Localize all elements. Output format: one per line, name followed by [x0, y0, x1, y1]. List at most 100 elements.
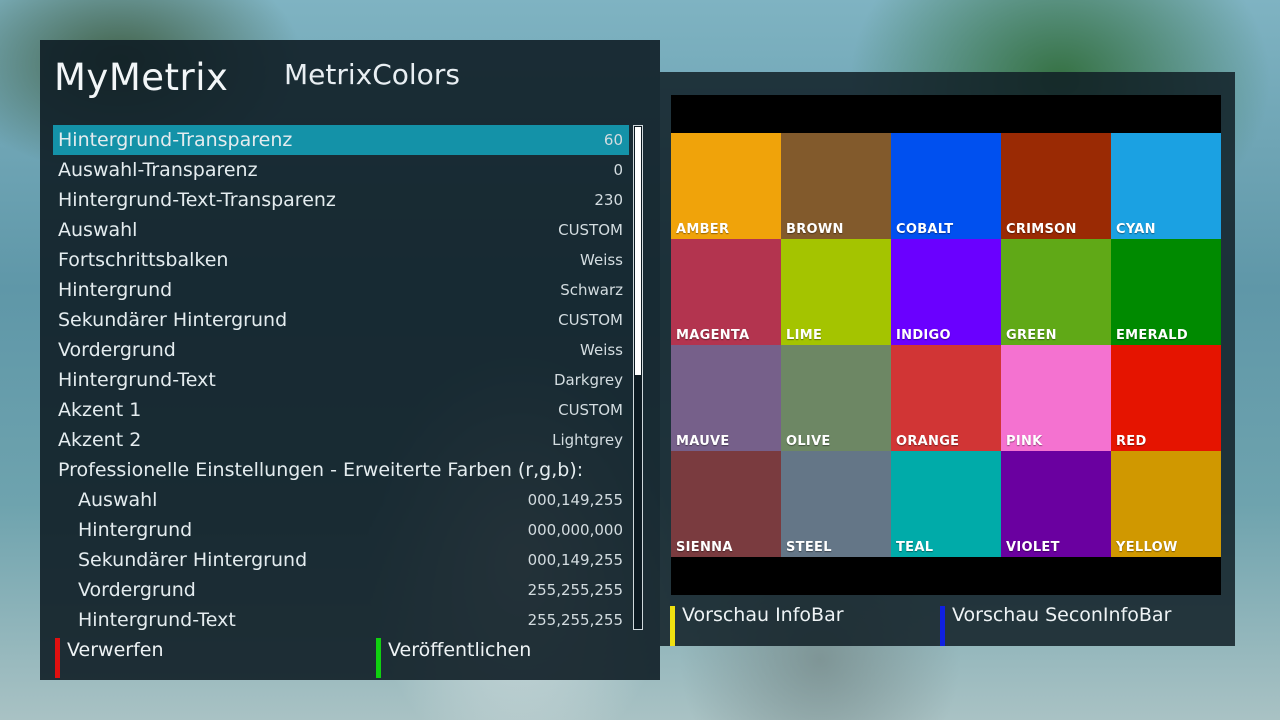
settings-row[interactable]: Hintergrund 000,000,000 — [53, 515, 629, 545]
color-swatch-label: STEEL — [786, 540, 832, 555]
color-swatch-label: TEAL — [896, 540, 934, 555]
settings-row-label: Professionelle Einstellungen - Erweitert… — [58, 459, 584, 481]
settings-row[interactable]: Hintergrund-Transparenz 60 — [53, 125, 629, 155]
settings-row-label: Hintergrund-Text — [78, 609, 236, 631]
settings-panel: MyMetrix MetrixColors Hintergrund-Transp… — [40, 40, 660, 680]
color-preview: AMBER BROWN COBALT CRIMSON CYAN MAGENTA LIME IN… — [671, 95, 1221, 595]
scrollbar[interactable] — [633, 125, 643, 630]
settings-row-label: Auswahl-Transparenz — [58, 159, 258, 181]
settings-row-value: 000,149,255 — [527, 491, 623, 509]
settings-row[interactable]: Sekundärer Hintergrund 000,149,255 — [53, 545, 629, 575]
color-swatch-label: AMBER — [676, 222, 730, 237]
color-swatch-sienna: SIENNA — [671, 451, 781, 557]
scrollbar-thumb[interactable] — [635, 127, 641, 375]
color-swatch-label: PINK — [1006, 434, 1043, 449]
color-swatch-label: BROWN — [786, 222, 844, 237]
page-title: MetrixColors — [284, 58, 460, 91]
color-swatch-label: LIME — [786, 328, 823, 343]
settings-row-label: Auswahl — [78, 489, 158, 511]
color-swatch-magenta: MAGENTA — [671, 239, 781, 345]
settings-row-label: Sekundärer Hintergrund — [78, 549, 308, 571]
settings-row-value: 255,255,255 — [527, 611, 623, 629]
color-swatch-label: MAGENTA — [676, 328, 750, 343]
settings-row-value: CUSTOM — [558, 401, 623, 419]
settings-row-label: Fortschrittsbalken — [58, 249, 229, 271]
settings-row[interactable]: Auswahl 000,149,255 — [53, 485, 629, 515]
settings-row-value: Lightgrey — [552, 431, 623, 449]
color-swatch-steel: STEEL — [781, 451, 891, 557]
preview-seconinfobar-label: Vorschau SeconInfoBar — [952, 604, 1172, 626]
color-swatch-label: COBALT — [896, 222, 954, 237]
settings-row-label: Hintergrund — [58, 279, 173, 301]
color-swatch-label: ORANGE — [896, 434, 960, 449]
color-swatch-lime: LIME — [781, 239, 891, 345]
settings-row[interactable]: Hintergrund-Text 255,255,255 — [53, 605, 629, 635]
settings-row-label: Vordergrund — [58, 339, 176, 361]
color-swatch-label: EMERALD — [1116, 328, 1188, 343]
color-swatch-violet: VIOLET — [1001, 451, 1111, 557]
settings-list: Hintergrund-Transparenz 60 Auswahl-Transpa… — [53, 125, 629, 635]
settings-row-value: Schwarz — [560, 281, 623, 299]
color-swatch-yellow: YELLOW — [1111, 451, 1221, 557]
settings-row-label: Vordergrund — [78, 579, 196, 601]
green-key-indicator — [376, 638, 381, 678]
color-swatch-label: CYAN — [1116, 222, 1156, 237]
color-swatch-brown: BROWN — [781, 133, 891, 239]
settings-row-label: Hintergrund — [78, 519, 193, 541]
preview-panel: AMBER BROWN COBALT CRIMSON CYAN MAGENTA LIME IN… — [660, 72, 1235, 646]
color-swatch-mauve: MAUVE — [671, 345, 781, 451]
settings-row-value: Darkgrey — [553, 371, 623, 389]
settings-row-value: CUSTOM — [558, 311, 623, 329]
color-swatch-label: YELLOW — [1116, 540, 1178, 555]
color-swatch-amber: AMBER — [671, 133, 781, 239]
settings-row-label: Sekundärer Hintergrund — [58, 309, 288, 331]
settings-row-label: Hintergrund-Text — [58, 369, 216, 391]
settings-row[interactable]: Hintergrund-Text-Transparenz 230 — [53, 185, 629, 215]
yellow-key-indicator — [670, 606, 675, 646]
brand-title: MyMetrix — [54, 56, 229, 99]
color-swatch-grid: AMBER BROWN COBALT CRIMSON CYAN MAGENTA LIME IN… — [671, 133, 1221, 557]
settings-row[interactable]: Hintergrund-Text Darkgrey — [53, 365, 629, 395]
color-swatch-indigo: INDIGO — [891, 239, 1001, 345]
settings-row-value: 0 — [613, 161, 623, 179]
color-swatch-cyan: CYAN — [1111, 133, 1221, 239]
settings-row-value: Weiss — [580, 341, 623, 359]
settings-row[interactable]: Vordergrund 255,255,255 — [53, 575, 629, 605]
color-swatch-crimson: CRIMSON — [1001, 133, 1111, 239]
color-swatch-label: MAUVE — [676, 434, 730, 449]
settings-row[interactable]: Auswahl-Transparenz 0 — [53, 155, 629, 185]
settings-row-value: CUSTOM — [558, 221, 623, 239]
discard-label: Verwerfen — [67, 639, 164, 661]
settings-row[interactable]: Akzent 2 Lightgrey — [53, 425, 629, 455]
color-swatch-label: RED — [1116, 434, 1147, 449]
preview-infobar-label: Vorschau InfoBar — [682, 604, 844, 626]
settings-row-value: 60 — [603, 131, 623, 149]
settings-row-label: Akzent 2 — [58, 429, 142, 451]
color-swatch-label: INDIGO — [896, 328, 951, 343]
publish-label: Veröffentlichen — [388, 639, 532, 661]
red-key-indicator — [55, 638, 60, 678]
settings-row[interactable]: Vordergrund Weiss — [53, 335, 629, 365]
settings-row-label: Hintergrund-Text-Transparenz — [58, 189, 336, 211]
settings-row[interactable]: Hintergrund Schwarz — [53, 275, 629, 305]
blue-key-indicator — [940, 606, 945, 646]
settings-row-value: Weiss — [580, 251, 623, 269]
settings-row-label: Auswahl — [58, 219, 138, 241]
color-swatch-teal: TEAL — [891, 451, 1001, 557]
settings-row[interactable]: Fortschrittsbalken Weiss — [53, 245, 629, 275]
settings-row-value: 000,149,255 — [527, 551, 623, 569]
settings-row-label: Hintergrund-Transparenz — [58, 129, 293, 151]
settings-row[interactable]: Auswahl CUSTOM — [53, 215, 629, 245]
color-swatch-label: OLIVE — [786, 434, 831, 449]
settings-row[interactable]: Professionelle Einstellungen - Erweitert… — [53, 455, 629, 485]
color-swatch-green: GREEN — [1001, 239, 1111, 345]
settings-row[interactable]: Sekundärer Hintergrund CUSTOM — [53, 305, 629, 335]
settings-row[interactable]: Akzent 1 CUSTOM — [53, 395, 629, 425]
settings-row-value: 230 — [594, 191, 623, 209]
color-swatch-label: SIENNA — [676, 540, 733, 555]
color-swatch-emerald: EMERALD — [1111, 239, 1221, 345]
color-swatch-olive: OLIVE — [781, 345, 891, 451]
color-swatch-red: RED — [1111, 345, 1221, 451]
settings-row-value: 000,000,000 — [527, 521, 623, 539]
color-swatch-label: GREEN — [1006, 328, 1057, 343]
